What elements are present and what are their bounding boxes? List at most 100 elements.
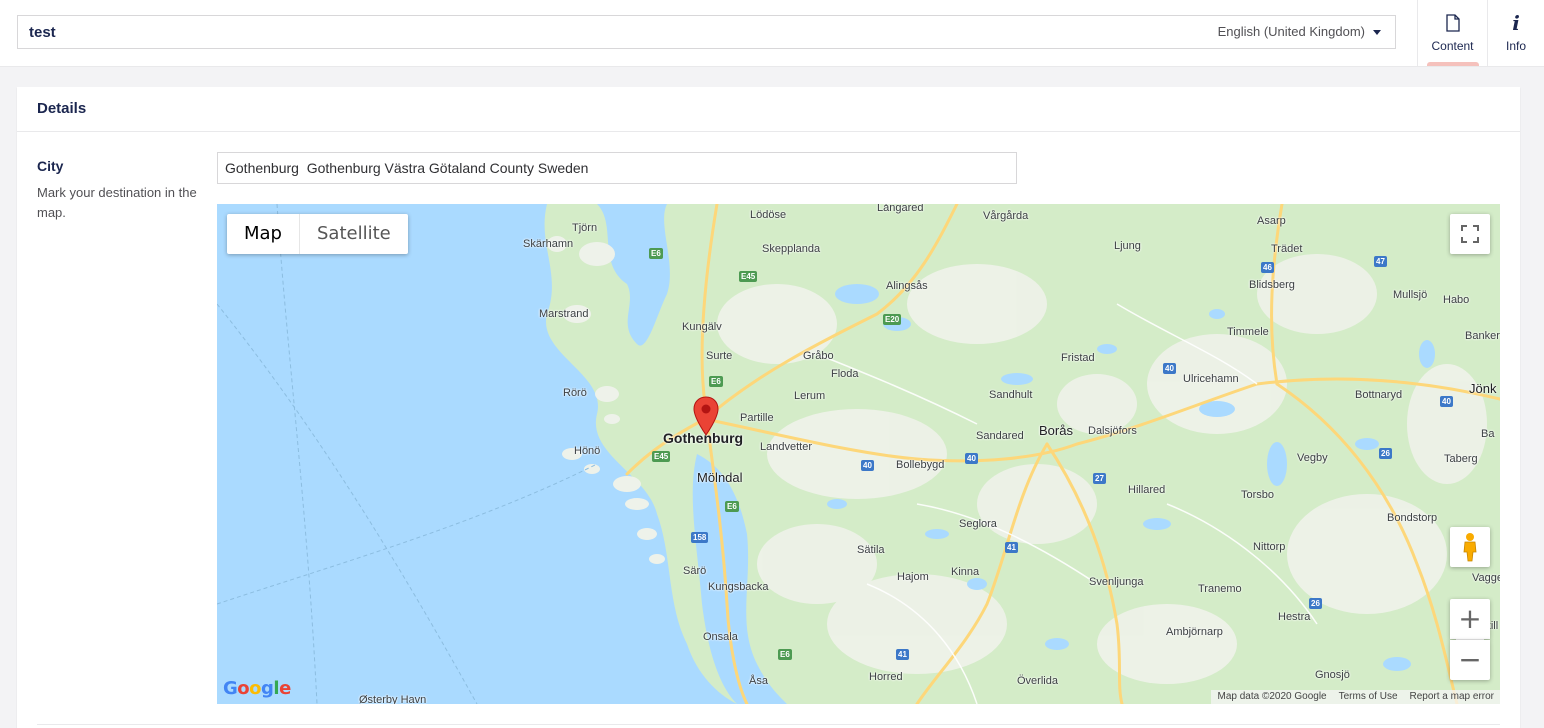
place-label: Sätila	[857, 544, 885, 556]
place-label: Borås	[1039, 423, 1073, 438]
place-label: Kungsbacka	[708, 581, 769, 593]
place-label: Blidsberg	[1249, 279, 1295, 291]
road-shield: E45	[652, 451, 671, 462]
place-label: Långared	[877, 204, 924, 214]
place-label: Landvetter	[760, 441, 812, 453]
place-label: Vegby	[1297, 452, 1328, 464]
place-label: Vagge	[1472, 572, 1500, 584]
zoom-out-button[interactable]: −	[1450, 640, 1490, 680]
place-label: Hestra	[1278, 611, 1311, 623]
place-label: Sandared	[976, 430, 1024, 442]
place-label: Timmele	[1227, 326, 1269, 338]
place-label: Ba	[1481, 428, 1495, 440]
street-view-pegman[interactable]	[1450, 527, 1490, 567]
map-type-satellite-button[interactable]: Satellite	[299, 214, 408, 254]
place-label: Kungälv	[682, 321, 722, 333]
tab-info[interactable]: i Info	[1487, 0, 1544, 66]
road-shield: E6	[709, 376, 723, 387]
place-label: Torsbo	[1241, 489, 1275, 501]
place-label: Jönk	[1469, 381, 1497, 396]
node-name-field[interactable]: test English (United Kingdom)	[17, 15, 1396, 49]
road-shield: 47	[1374, 256, 1387, 267]
language-select[interactable]: English (United Kingdom)	[1218, 24, 1381, 39]
road-shield: 40	[965, 453, 978, 464]
place-label: Banker	[1465, 330, 1500, 342]
place-label: Trädet	[1271, 243, 1303, 255]
place-label: Habo	[1443, 294, 1470, 306]
place-label: Bollebygd	[896, 459, 945, 471]
fullscreen-button[interactable]	[1450, 214, 1490, 254]
place-label: Ulricehamn	[1183, 373, 1239, 385]
place-label: Dalsjöfors	[1088, 425, 1137, 437]
place-label: Surte	[706, 350, 733, 362]
zoom-in-button[interactable]: +	[1450, 599, 1490, 639]
road-shield: 158	[691, 532, 709, 543]
place-label: Gnosjö	[1315, 669, 1350, 681]
road-shield: E6	[725, 501, 739, 512]
place-label: Tjörn	[572, 222, 598, 234]
document-icon	[1445, 12, 1460, 34]
place-label: Ljung	[1114, 240, 1141, 252]
editor-header: test English (United Kingdom) Content i …	[0, 0, 1544, 67]
road-shield: 26	[1309, 598, 1322, 609]
city-search-input[interactable]	[217, 152, 1017, 184]
place-label: Floda	[831, 368, 859, 380]
place-label: Fristad	[1061, 352, 1095, 364]
report-map-error-link[interactable]: Report a map error	[1410, 691, 1494, 703]
place-label: Nittorp	[1253, 541, 1286, 553]
map-data-credit: Map data ©2020 Google	[1217, 691, 1327, 702]
terms-of-use-link[interactable]: Terms of Use	[1339, 691, 1398, 703]
active-tab-indicator	[1427, 62, 1479, 66]
panel-title: Details	[17, 87, 1520, 132]
place-label: Tranemo	[1198, 583, 1242, 595]
road-shield: 46	[1261, 262, 1274, 273]
place-label: Horred	[869, 671, 903, 683]
place-label: Svenljunga	[1089, 576, 1144, 588]
tab-content-label: Content	[1431, 39, 1474, 53]
place-label: Rörö	[563, 387, 587, 399]
place-label: Alingsås	[886, 280, 928, 292]
road-shield: 40	[1163, 363, 1176, 374]
place-label: Lödöse	[750, 209, 787, 221]
info-icon: i	[1512, 11, 1520, 35]
place-label: Hillared	[1128, 484, 1166, 496]
place-label: Sandhult	[989, 389, 1033, 401]
property-label: City	[37, 158, 64, 174]
place-label: Mölndal	[697, 470, 743, 485]
place-label: Skepplanda	[762, 243, 821, 255]
road-shield: E20	[883, 314, 902, 325]
tab-info-label: Info	[1505, 39, 1526, 53]
place-label: Partille	[740, 412, 774, 424]
road-shield: E6	[649, 248, 663, 259]
map-type-map-button[interactable]: Map	[227, 214, 299, 254]
road-shield: 41	[896, 649, 909, 660]
language-label: English (United Kingdom)	[1217, 24, 1365, 39]
tab-content[interactable]: Content	[1417, 0, 1487, 66]
divider	[37, 724, 1500, 725]
map-canvas[interactable]: Tjörn Skärhamn Lödöse Skepplanda Långare…	[217, 204, 1500, 704]
place-label: Åsa	[749, 675, 768, 687]
details-panel: Details City Mark your destination in th…	[17, 87, 1520, 728]
plus-icon: +	[1458, 602, 1482, 635]
minus-icon: −	[1458, 643, 1482, 676]
place-label: Marstrand	[539, 308, 589, 320]
place-label: Taberg	[1444, 453, 1478, 465]
place-label: Överlida	[1017, 675, 1058, 687]
place-label: Mullsjö	[1393, 289, 1428, 301]
road-shield: 40	[1440, 396, 1453, 407]
place-label: Kinna	[951, 566, 980, 578]
road-shield: 27	[1093, 473, 1106, 484]
road-shield: E6	[778, 649, 792, 660]
node-name-input[interactable]: test	[29, 24, 56, 41]
location-marker-icon[interactable]	[693, 396, 719, 441]
google-logo[interactable]: Google	[223, 678, 291, 699]
place-label: Østerby Havn	[359, 694, 427, 704]
place-label: Bondstorp	[1387, 512, 1438, 524]
place-label: Bottnaryd	[1355, 389, 1403, 401]
map-attribution: Map data ©2020 Google Terms of Use Repor…	[1211, 690, 1500, 704]
fullscreen-icon	[1461, 225, 1479, 243]
map-type-control: Map Satellite	[227, 214, 408, 254]
place-label: Vårgårda	[983, 210, 1029, 222]
place-label: Särö	[683, 565, 707, 577]
caret-down-icon	[1373, 30, 1381, 35]
